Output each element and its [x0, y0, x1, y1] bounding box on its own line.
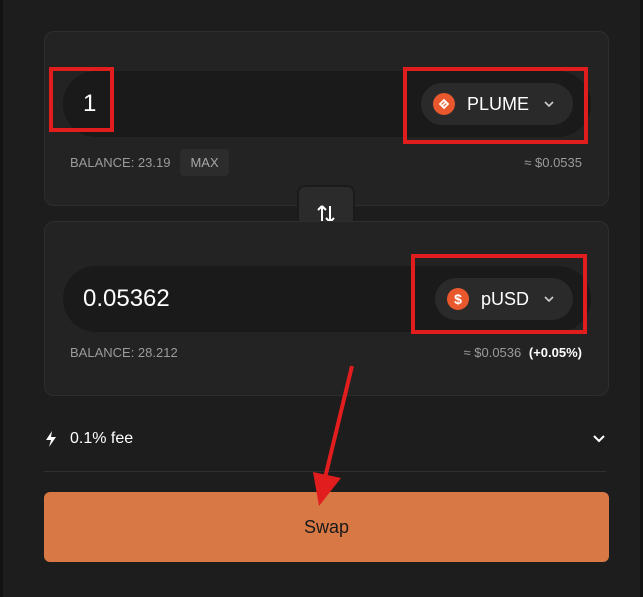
from-amount-row: 1 PLUME [63, 71, 591, 137]
to-usd-value: ≈ $0.0536 [463, 344, 522, 360]
chevron-down-icon [543, 295, 555, 303]
swap-widget: 1 PLUME BALANCE: 23.19 MAX ≈ $0.0535 0.0… [0, 0, 643, 597]
from-panel: 1 PLUME BALANCE: 23.19 MAX ≈ $0.0535 [44, 31, 609, 206]
to-amount-row: 0.05362 $ pUSD [63, 266, 591, 332]
max-button[interactable]: MAX [180, 148, 229, 176]
fee-details-toggle[interactable]: 0.1% fee [44, 418, 606, 460]
to-balance: BALANCE: 28.212 [70, 344, 178, 360]
to-meta-row: BALANCE: 28.212 ≈ $0.0536 (+0.05%) [70, 338, 582, 366]
chevron-down-icon [543, 100, 555, 108]
price-impact: (+0.05%) [528, 344, 582, 360]
from-token-label: PLUME [466, 93, 529, 114]
swap-button[interactable]: Swap [44, 492, 609, 562]
to-token-select[interactable]: $ pUSD [434, 278, 573, 320]
from-balance: BALANCE: 23.19 [70, 154, 171, 170]
from-token-select[interactable]: PLUME [420, 83, 573, 125]
lightning-icon [46, 431, 56, 447]
dollar-coin-icon: $ [446, 288, 469, 310]
divider [44, 471, 606, 472]
to-token-label: pUSD [480, 288, 529, 309]
from-meta-row: BALANCE: 23.19 MAX ≈ $0.0535 [70, 148, 582, 176]
to-amount-output[interactable]: 0.05362 [83, 266, 170, 332]
to-panel: 0.05362 $ pUSD BALANCE: 28.212 ≈ $0.0536… [44, 221, 609, 396]
chevron-down-icon [592, 430, 606, 448]
from-usd-value: ≈ $0.0535 [524, 154, 582, 170]
plume-logo-icon [432, 93, 455, 115]
fee-label: 0.1% fee [70, 430, 134, 447]
from-amount-input[interactable]: 1 [83, 71, 96, 137]
